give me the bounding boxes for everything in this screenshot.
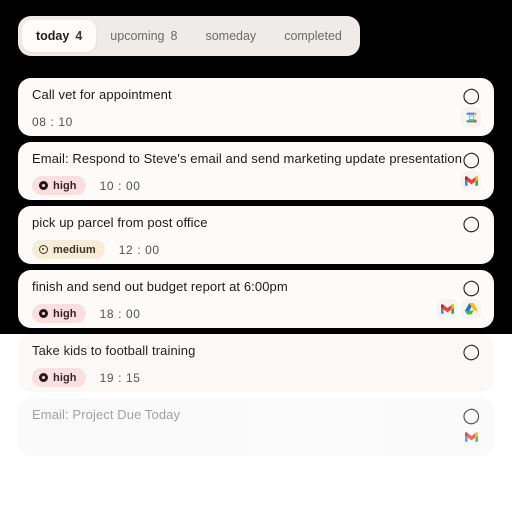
priority-label: high	[53, 307, 77, 320]
task-title: pick up parcel from post office	[32, 215, 208, 230]
task-time: 19 : 15	[99, 370, 141, 385]
task-app: today 4 upcoming 8 someday completed Call vet…	[0, 0, 512, 512]
integration-icons	[461, 427, 481, 447]
tab-completed[interactable]: completed	[270, 20, 356, 52]
priority-dot-icon	[39, 245, 48, 254]
task-time: 12 : 00	[118, 242, 160, 257]
priority-label: high	[53, 179, 77, 192]
task-list: Call vet for appointment 08 : 10 Email: Re…	[18, 78, 494, 462]
task-card[interactable]: Take kids to football training high 19 : 1…	[18, 334, 494, 392]
priority-dot-icon	[39, 373, 48, 382]
task-complete-checkbox[interactable]	[461, 344, 480, 363]
tab-label: today	[36, 29, 70, 43]
priority-label: medium	[53, 243, 96, 256]
gmail-icon	[461, 427, 481, 447]
task-time: 08 : 10	[32, 114, 73, 129]
tab-upcoming[interactable]: upcoming 8	[96, 20, 191, 52]
google-drive-icon	[461, 299, 481, 319]
priority-dot-icon	[39, 309, 48, 318]
integration-icons	[461, 107, 481, 127]
task-title: finish and send out budget report at 6:0…	[32, 279, 288, 294]
tab-label: someday	[205, 29, 257, 43]
task-card[interactable]: finish and send out budget report at 6:0…	[18, 270, 494, 328]
priority-badge-high[interactable]: high	[32, 368, 86, 387]
integration-icons	[461, 171, 481, 191]
task-meta	[32, 432, 480, 451]
task-time: 10 : 00	[99, 178, 141, 193]
tab-count: 8	[170, 29, 178, 43]
priority-badge-high[interactable]: high	[32, 176, 86, 195]
task-card[interactable]: Call vet for appointment 08 : 10	[18, 78, 494, 136]
priority-badge-medium[interactable]: medium	[32, 240, 105, 259]
priority-dot-icon	[39, 181, 48, 190]
task-meta: high 19 : 15	[32, 368, 480, 387]
gmail-icon	[437, 299, 457, 319]
task-meta: high 10 : 00	[32, 176, 480, 195]
task-title: Take kids to football training	[32, 343, 196, 358]
task-card[interactable]: Email: Respond to Steve's email and send…	[18, 142, 494, 200]
task-meta: high 18 : 00	[32, 304, 480, 323]
priority-label: high	[53, 371, 77, 384]
tab-label: upcoming	[110, 29, 165, 43]
integration-icons	[437, 299, 481, 319]
task-title: Email: Respond to Steve's email and send…	[32, 151, 463, 166]
tab-someday[interactable]: someday	[191, 20, 270, 52]
tab-today[interactable]: today 4	[22, 20, 97, 52]
task-title: Email: Project Due Today	[32, 407, 181, 422]
task-card[interactable]: Email: Project Due Today	[18, 398, 494, 456]
task-complete-checkbox[interactable]	[461, 216, 480, 235]
task-meta: medium 12 : 00	[32, 240, 480, 259]
task-card[interactable]: pick up parcel from post office medium 12 …	[18, 206, 494, 264]
task-title: Call vet for appointment	[32, 87, 172, 102]
priority-badge-high[interactable]: high	[32, 304, 86, 323]
task-meta: 08 : 10	[32, 112, 480, 131]
google-calendar-icon	[461, 107, 481, 127]
task-complete-checkbox[interactable]	[461, 88, 480, 107]
task-time: 18 : 00	[99, 306, 141, 321]
task-complete-checkbox[interactable]	[461, 152, 480, 171]
tab-count: 4	[75, 29, 83, 43]
tab-bar: today 4 upcoming 8 someday completed	[18, 16, 360, 56]
gmail-icon	[461, 171, 481, 191]
task-complete-checkbox[interactable]	[461, 280, 480, 299]
tab-label: completed	[284, 29, 342, 43]
task-complete-checkbox[interactable]	[461, 408, 480, 427]
